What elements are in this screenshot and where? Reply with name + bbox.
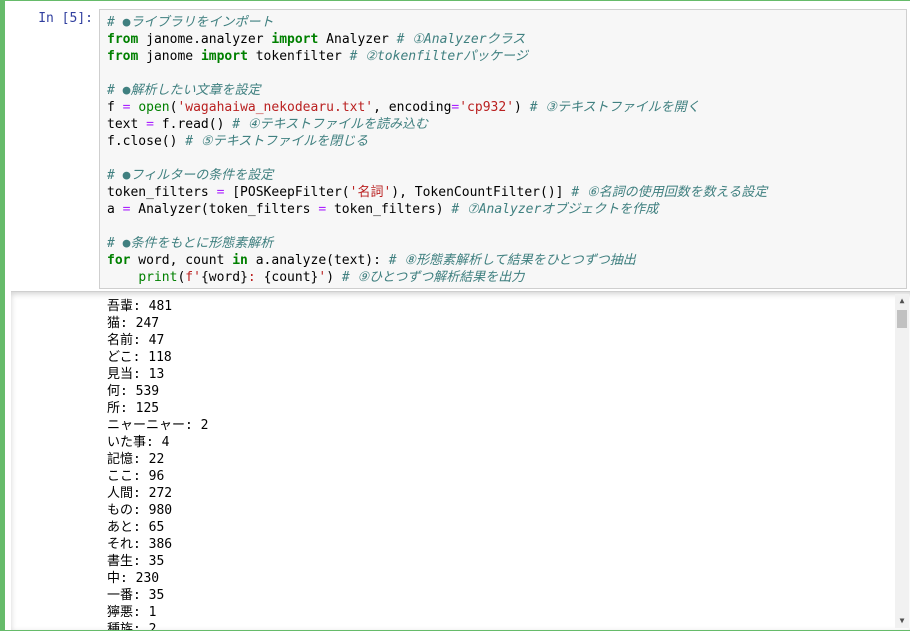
code-token: f.read() bbox=[153, 117, 233, 132]
code-editor[interactable]: # ●ライブラリをインポート from janome.analyzer impor… bbox=[99, 9, 907, 289]
output-line: ニャーニャー: 2 bbox=[107, 418, 209, 433]
output-line: 獰悪: 1 bbox=[107, 605, 157, 620]
code-token: janome bbox=[138, 49, 201, 64]
code-line[interactable]: for word, count in a.analyze(text): # ⑧形… bbox=[107, 252, 906, 269]
code-token: # ●条件をもとに形態素解析 bbox=[107, 236, 274, 251]
code-token: f.close() bbox=[107, 134, 186, 149]
code-token: Analyzer(token_filters bbox=[130, 202, 319, 217]
code-token: '名詞' bbox=[349, 185, 392, 200]
output-scrollbar[interactable]: ▲ ▼ bbox=[895, 294, 909, 628]
code-token: # ⑥名詞の使用回数を数える設定 bbox=[571, 185, 768, 200]
code-line[interactable]: # ●条件をもとに形態素解析 bbox=[107, 235, 906, 252]
output-line: それ: 386 bbox=[107, 537, 173, 552]
code-token: # ⑤テキストファイルを閉じる bbox=[185, 134, 369, 149]
code-token: ) bbox=[514, 100, 530, 115]
code-token: [POSKeepFilter( bbox=[224, 185, 350, 200]
code-token: # ●解析したい文章を設定 bbox=[107, 83, 261, 98]
code-line[interactable]: # ●ライブラリをインポート bbox=[107, 14, 906, 31]
code-token: in bbox=[232, 253, 248, 268]
code-token: from bbox=[107, 32, 139, 47]
output-text: 吾輩: 481 猫: 247 名前: 47 どこ: 118 見当: 13 何: 539 所:… bbox=[107, 298, 208, 630]
code-token: ), TokenCountFilter()] bbox=[391, 185, 572, 200]
output-line: どこ: 118 bbox=[107, 350, 172, 365]
code-token: for bbox=[107, 253, 131, 268]
output-line: 吾輩: 481 bbox=[107, 299, 173, 314]
code-token: a bbox=[107, 202, 123, 217]
code-token: ' bbox=[318, 270, 327, 285]
code-token: a.analyze(text): bbox=[247, 253, 389, 268]
code-token: {count} bbox=[263, 270, 319, 285]
code-token: = bbox=[146, 117, 154, 132]
code-token: 'wagahaiwa_nekodearu.txt' bbox=[177, 100, 374, 115]
code-token: 'cp932' bbox=[459, 100, 515, 115]
output-line: 所: 125 bbox=[107, 401, 160, 416]
notebook-cell[interactable]: In [5]: # ●ライブラリをインポート from janome.analyz… bbox=[0, 0, 910, 631]
code-token: f' bbox=[185, 270, 201, 285]
output-line: 書生: 35 bbox=[107, 554, 165, 569]
code-token: # ④テキストファイルを読み込む bbox=[232, 117, 429, 132]
scroll-down-arrow-icon[interactable]: ▼ bbox=[895, 614, 909, 628]
code-token: janome.analyzer bbox=[138, 32, 272, 47]
code-token: from bbox=[107, 49, 139, 64]
scrollbar-thumb[interactable] bbox=[897, 310, 907, 328]
code-token: # ⑦Analyzerオブジェクトを作成 bbox=[451, 202, 659, 217]
code-token: token_filters) bbox=[326, 202, 452, 217]
code-token: import bbox=[271, 32, 319, 47]
code-token: # ①Analyzerクラス bbox=[396, 32, 526, 47]
code-line[interactable]: print(f'{word}: {count}') # ⑨ひとつずつ解析結果を出… bbox=[107, 269, 906, 286]
code-token: : bbox=[247, 270, 264, 285]
output-line: 何: 539 bbox=[107, 384, 160, 399]
code-token: # ⑧形態素解析して結果をひとつずつ抽出 bbox=[388, 253, 636, 268]
code-token: open bbox=[138, 100, 170, 115]
output-line: いた事: 4 bbox=[107, 435, 170, 450]
code-token: word, count bbox=[130, 253, 233, 268]
code-line[interactable]: from janome.analyzer import Analyzer # ①… bbox=[107, 31, 906, 48]
code-line[interactable]: text = f.read() # ④テキストファイルを読み込む bbox=[107, 116, 906, 133]
code-line[interactable]: f = open('wagahaiwa_nekodearu.txt', enco… bbox=[107, 99, 906, 116]
output-line: 記憶: 22 bbox=[107, 452, 165, 467]
code-token: ) bbox=[326, 270, 342, 285]
code-token: print bbox=[138, 270, 178, 285]
code-token: text bbox=[107, 117, 147, 132]
output-line: 中: 230 bbox=[107, 571, 160, 586]
code-line[interactable]: from janome import tokenfilter # ②tokenf… bbox=[107, 48, 906, 65]
code-token: Analyzer bbox=[318, 32, 397, 47]
code-token: # ②tokenfilterパッケージ bbox=[349, 49, 528, 64]
code-token: , encoding bbox=[373, 100, 452, 115]
code-line[interactable] bbox=[107, 150, 906, 167]
code-line[interactable]: # ●解析したい文章を設定 bbox=[107, 82, 906, 99]
code-token: {word} bbox=[200, 270, 248, 285]
output-line: もの: 980 bbox=[107, 503, 173, 518]
output-area: 吾輩: 481 猫: 247 名前: 47 どこ: 118 見当: 13 何: 539 所:… bbox=[11, 291, 910, 630]
code-line[interactable]: a = Analyzer(token_filters = token_filte… bbox=[107, 201, 906, 218]
output-line: 見当: 13 bbox=[107, 367, 165, 382]
code-token: = bbox=[318, 202, 327, 217]
scroll-up-arrow-icon[interactable]: ▲ bbox=[895, 294, 909, 308]
output-line: ここ: 96 bbox=[107, 469, 165, 484]
output-line: 一番: 35 bbox=[107, 588, 165, 603]
code-token: # ●ライブラリをインポート bbox=[107, 15, 274, 30]
code-line[interactable]: f.close() # ⑤テキストファイルを閉じる bbox=[107, 133, 906, 150]
code-token: token_filters bbox=[107, 185, 217, 200]
output-line: 名前: 47 bbox=[107, 333, 165, 348]
output-line: 猫: 247 bbox=[107, 316, 160, 331]
code-token: # ⑨ひとつずつ解析結果を出力 bbox=[341, 270, 525, 285]
input-prompt: In [5]: bbox=[38, 11, 93, 26]
code-token: tokenfilter bbox=[247, 49, 350, 64]
code-line[interactable]: # ●フィルターの条件を設定 bbox=[107, 167, 906, 184]
code-token: import bbox=[200, 49, 248, 64]
output-line: 種族: 2 bbox=[107, 622, 157, 630]
code-token: f bbox=[107, 100, 123, 115]
code-line[interactable] bbox=[107, 218, 906, 235]
output-line: あと: 65 bbox=[107, 520, 165, 535]
code-token: # ●フィルターの条件を設定 bbox=[107, 168, 274, 183]
output-line: 人間: 272 bbox=[107, 486, 173, 501]
code-token: # ③テキストファイルを開く bbox=[529, 100, 700, 115]
code-line[interactable] bbox=[107, 65, 906, 82]
code-line[interactable]: token_filters = [POSKeepFilter('名詞'), To… bbox=[107, 184, 906, 201]
